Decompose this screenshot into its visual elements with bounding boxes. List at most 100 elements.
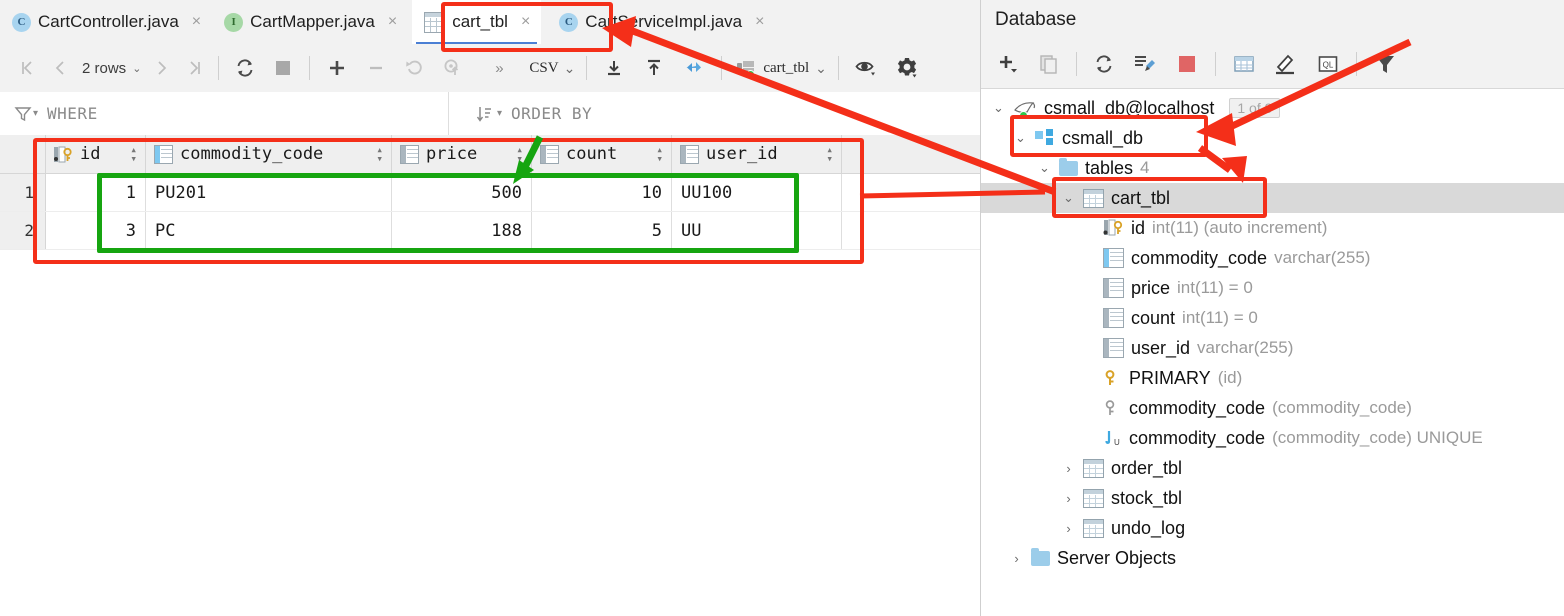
- run-configuration-icon[interactable]: [1124, 40, 1166, 88]
- modify-table-icon[interactable]: [1265, 40, 1307, 88]
- table-row[interactable]: 1 1 PU201 500 10 UU100: [0, 174, 980, 212]
- stop-icon[interactable]: [1166, 40, 1208, 88]
- view-options-icon[interactable]: [846, 44, 886, 92]
- tree-node-column-user-id[interactable]: user_id varchar(255): [981, 333, 1564, 363]
- tab-cartcontroller[interactable]: C CartController.java ×: [0, 0, 212, 44]
- target-table-selector[interactable]: cart_tbl ⌄: [733, 44, 831, 92]
- column-header-commodity-code[interactable]: commodity_code ▴ ▾: [146, 135, 392, 173]
- close-icon[interactable]: ×: [521, 14, 530, 30]
- close-icon[interactable]: ×: [388, 14, 397, 30]
- revert-icon[interactable]: [395, 44, 433, 92]
- tree-node-label: Server Objects: [1057, 547, 1177, 568]
- cell-price[interactable]: 500: [392, 174, 532, 211]
- close-icon[interactable]: ×: [192, 14, 201, 30]
- column-type: int(11) (auto increment): [1152, 218, 1328, 237]
- cell-commodity-code[interactable]: PC: [146, 212, 392, 249]
- tree-node-column-price[interactable]: price int(11) = 0: [981, 273, 1564, 303]
- export-format-selector[interactable]: CSV ⌄: [525, 44, 579, 92]
- chevron-down-icon[interactable]: ⌄: [1013, 130, 1028, 146]
- first-page-icon[interactable]: [10, 44, 44, 92]
- where-clause-input[interactable]: ▾ WHERE: [0, 92, 462, 135]
- tree-node-column-count[interactable]: count int(11) = 0: [981, 303, 1564, 333]
- tree-node-tables-folder[interactable]: ⌄ tables 4: [981, 153, 1564, 183]
- tree-node-label: user_id: [1131, 337, 1191, 358]
- tree-node-column-id[interactable]: id int(11) (auto increment): [981, 213, 1564, 243]
- column-header-price[interactable]: price ▴ ▾: [392, 135, 532, 173]
- chevron-right-icon[interactable]: ›: [1061, 491, 1076, 506]
- tree-node-primary-key[interactable]: PRIMARY (id): [981, 363, 1564, 393]
- indexed-column-icon: [154, 144, 173, 164]
- chevron-down-icon: ⌄: [563, 59, 576, 76]
- add-row-icon[interactable]: [317, 44, 357, 92]
- query-console-icon[interactable]: QL: [1307, 40, 1349, 88]
- stop-icon[interactable]: [264, 44, 302, 92]
- next-page-icon[interactable]: [145, 44, 179, 92]
- row-count-selector[interactable]: 2 rows ⌄: [76, 44, 145, 92]
- cell-user-id[interactable]: UU: [672, 212, 842, 249]
- chevron-down-icon[interactable]: ⌄: [1037, 160, 1052, 176]
- tab-cartserviceimpl[interactable]: C CartServiceImpl.java ×: [547, 0, 775, 44]
- column-header-user-id[interactable]: user_id ▴ ▾: [672, 135, 842, 173]
- tree-node-server-objects[interactable]: › Server Objects: [981, 543, 1564, 573]
- cell-count[interactable]: 5: [532, 212, 672, 249]
- submit-icon[interactable]: [433, 44, 471, 92]
- tree-node-csmall-db[interactable]: ⌄ csmall_db: [981, 123, 1564, 153]
- sort-toggle-icon[interactable]: ▴ ▾: [826, 144, 833, 164]
- index-columns: (commodity_code) UNIQUE: [1272, 428, 1483, 447]
- cell-id[interactable]: 1: [46, 174, 146, 211]
- tab-cart-tbl[interactable]: cart_tbl ×: [412, 0, 542, 44]
- compare-icon[interactable]: [674, 44, 714, 92]
- tree-node-column-commodity-code[interactable]: commodity_code varchar(255): [981, 243, 1564, 273]
- reload-icon[interactable]: [226, 44, 264, 92]
- chevron-down-icon[interactable]: ⌄: [1061, 190, 1076, 206]
- chevron-right-icon[interactable]: ›: [1061, 521, 1076, 536]
- data-editor-icon[interactable]: [1223, 40, 1265, 88]
- sort-toggle-icon[interactable]: ▴ ▾: [516, 144, 523, 164]
- close-icon[interactable]: ×: [755, 14, 764, 30]
- refresh-icon[interactable]: [1084, 40, 1124, 88]
- import-data-icon[interactable]: [634, 44, 674, 92]
- previous-page-icon[interactable]: [44, 44, 76, 92]
- column-type: int(11) = 0: [1182, 308, 1258, 327]
- filter-icon[interactable]: [1364, 40, 1406, 88]
- column-header-label: count: [566, 144, 618, 164]
- tab-cartmapper[interactable]: I CartMapper.java ×: [212, 0, 408, 44]
- column-header-label: user_id: [706, 144, 778, 164]
- table-row[interactable]: 2 3 PC 188 5 UU: [0, 212, 980, 250]
- row-count-label: 2 rows: [82, 59, 127, 77]
- tree-node-order-tbl[interactable]: › order_tbl: [981, 453, 1564, 483]
- settings-gear-icon[interactable]: [886, 44, 928, 92]
- sort-toggle-icon[interactable]: ▴ ▾: [130, 144, 137, 164]
- chevron-down-icon: ⌄: [132, 62, 142, 75]
- tree-node-undo-log[interactable]: › undo_log: [981, 513, 1564, 543]
- column-header-id[interactable]: id ▴ ▾: [46, 135, 146, 173]
- chevron-down-icon[interactable]: ⌄: [991, 100, 1006, 116]
- order-by-input[interactable]: ▾ ORDER BY: [462, 92, 976, 135]
- last-page-icon[interactable]: [179, 44, 211, 92]
- tree-node-stock-tbl[interactable]: › stock_tbl: [981, 483, 1564, 513]
- copy-icon[interactable]: [1029, 40, 1069, 88]
- sort-toggle-icon[interactable]: ▴ ▾: [656, 144, 663, 164]
- row-number-header: [0, 135, 46, 173]
- cell-price[interactable]: 188: [392, 212, 532, 249]
- add-datasource-icon[interactable]: [989, 40, 1029, 88]
- column-icon: [1103, 308, 1124, 328]
- sort-order-icon: ▾: [476, 105, 502, 123]
- export-data-icon[interactable]: [594, 44, 634, 92]
- expand-toolbar-icon[interactable]: »: [479, 44, 519, 92]
- column-header-count[interactable]: count ▴ ▾: [532, 135, 672, 173]
- sort-toggle-icon[interactable]: ▴ ▾: [376, 144, 383, 164]
- cell-count[interactable]: 10: [532, 174, 672, 211]
- tab-label: cart_tbl: [452, 12, 508, 31]
- toolbar-divider: [1356, 52, 1357, 76]
- cell-commodity-code[interactable]: PU201: [146, 174, 392, 211]
- cell-user-id[interactable]: UU100: [672, 174, 842, 211]
- tree-node-cart-tbl[interactable]: ⌄ cart_tbl: [981, 183, 1564, 213]
- delete-row-icon[interactable]: [357, 44, 395, 92]
- chevron-right-icon[interactable]: ›: [1061, 461, 1076, 476]
- tree-node-unique-index[interactable]: U commodity_code (commodity_code) UNIQUE: [981, 423, 1564, 453]
- tree-node-key-commodity-code[interactable]: commodity_code (commodity_code): [981, 393, 1564, 423]
- chevron-right-icon[interactable]: ›: [1009, 551, 1024, 566]
- cell-id[interactable]: 3: [46, 212, 146, 249]
- tree-node-connection[interactable]: ⌄ csmall_db@localhost 1 of 9: [981, 93, 1564, 123]
